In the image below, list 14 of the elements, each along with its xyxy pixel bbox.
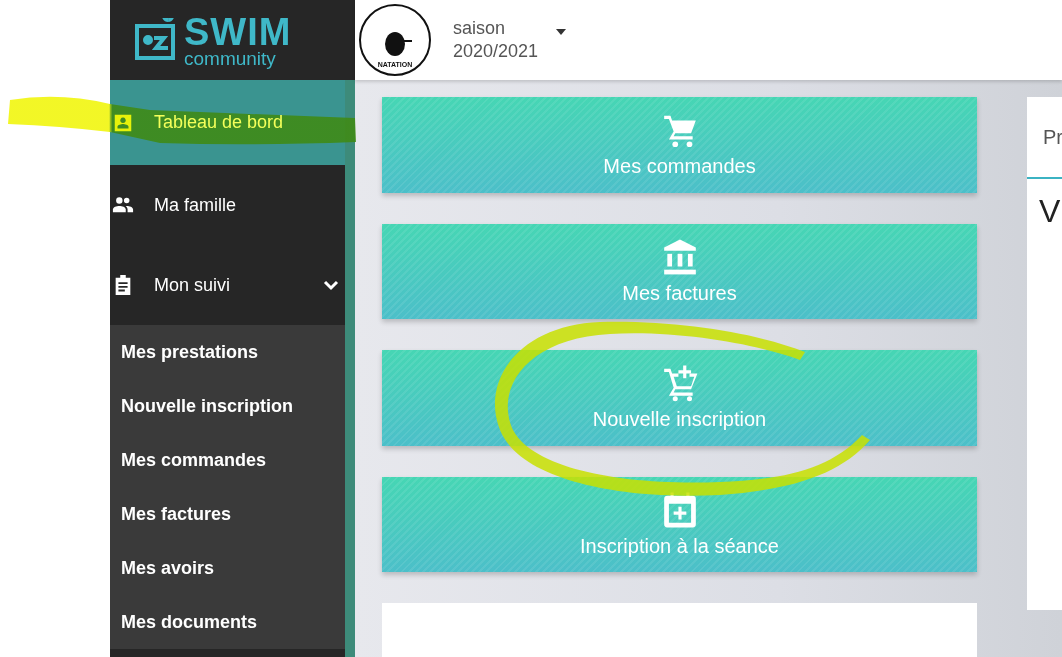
season-dropdown[interactable]: saison 2020/2021 [453,16,567,64]
submenu-item[interactable]: Nouvelle inscription [110,379,345,433]
swimmer-logo-icon [134,18,178,62]
submenu-item[interactable]: Mes avoirs [110,541,345,595]
card-heading: V [1038,192,1062,230]
caret-icon [556,29,567,35]
brand-name: SWIM [184,12,292,51]
submenu-item[interactable]: Mes factures [110,487,345,541]
submenu-item[interactable]: Mes prestations [110,325,345,379]
sidebar-item[interactable]: Ma famille [110,165,345,245]
submenu-item[interactable]: Mes documents [110,595,345,649]
sidebar-item[interactable]: Mon suivi [110,245,345,325]
brand-tagline: community [184,48,277,68]
submenu-item[interactable]: Mes commandes [110,433,345,487]
